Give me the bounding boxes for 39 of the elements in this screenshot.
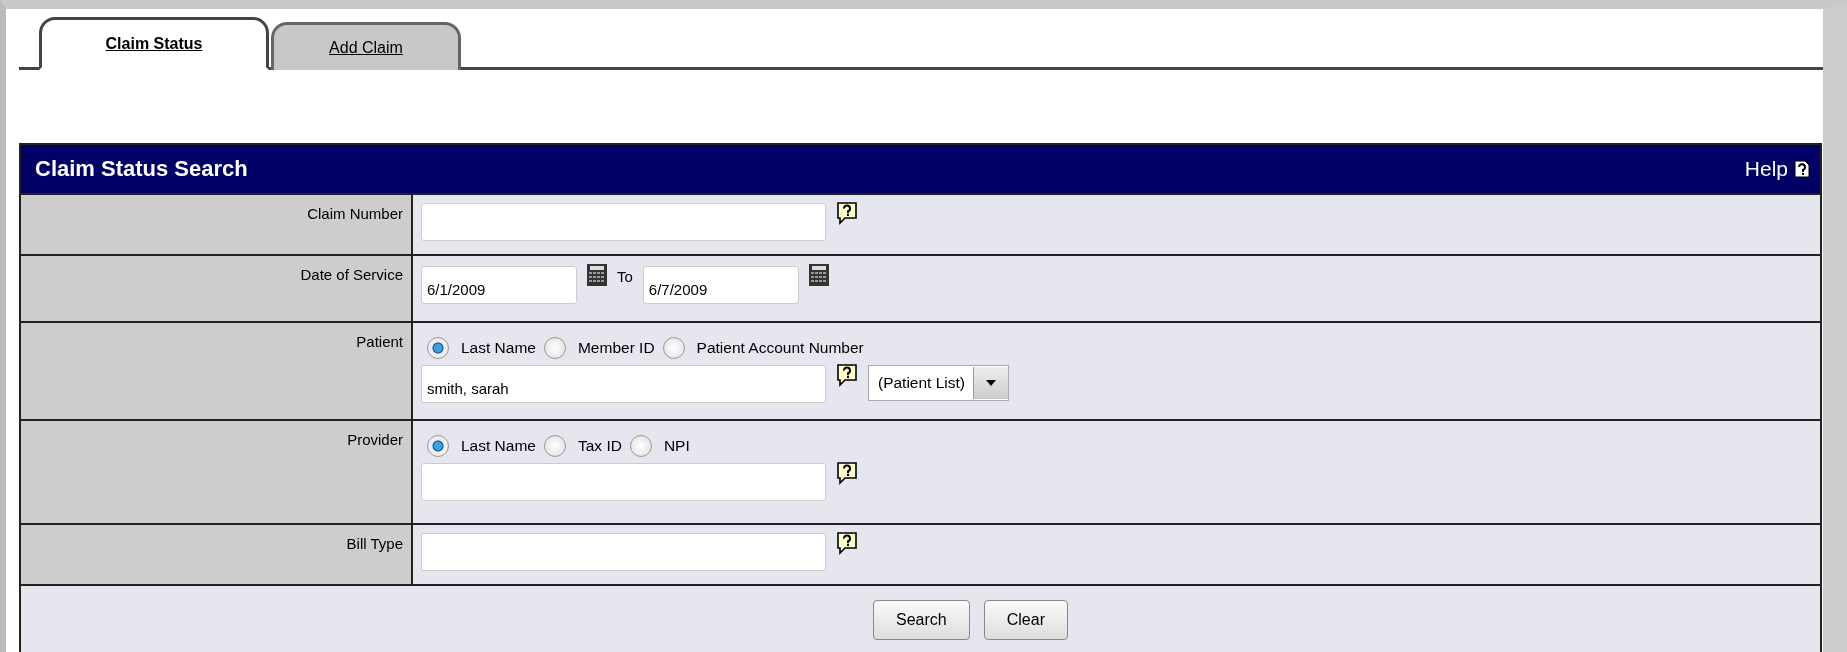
radio-button[interactable] [543, 337, 566, 359]
radio-button[interactable] [543, 435, 566, 457]
radio-label: Patient Account Number [696, 339, 864, 357]
calendar-icon[interactable] [587, 264, 607, 286]
radio-label: NPI [663, 437, 690, 455]
input-field[interactable] [421, 463, 826, 501]
to-label: To [617, 268, 633, 285]
tab[interactable]: Add Claim [271, 22, 461, 70]
help-icon[interactable] [836, 201, 858, 225]
radio-button[interactable] [662, 337, 685, 359]
field-label: Bill Type [21, 525, 413, 584]
radio-button[interactable] [629, 435, 652, 457]
help-icon[interactable] [836, 461, 858, 485]
help-link[interactable]: Help [1744, 157, 1788, 181]
form-button[interactable]: Clear [983, 600, 1068, 640]
help-icon[interactable] [1794, 160, 1810, 178]
field-label: Claim Number [21, 195, 413, 254]
calendar-icon[interactable] [808, 264, 829, 286]
patient-list-dropdown[interactable]: (Patient List) [868, 365, 1009, 401]
field-label: Patient [21, 323, 413, 419]
radio-button[interactable] [427, 435, 449, 457]
form-button[interactable]: Search [873, 600, 970, 640]
radio-label: Member ID [577, 339, 655, 357]
field-label: Provider [21, 421, 413, 523]
help-icon[interactable] [836, 363, 858, 387]
tab[interactable]: Claim Status [39, 17, 269, 70]
radio-label: Last Name [461, 437, 536, 455]
date-field[interactable]: 6/7/2009 [642, 266, 799, 304]
input-field[interactable] [421, 533, 826, 571]
date-field[interactable]: 6/1/2009 [421, 266, 577, 304]
input-field[interactable] [421, 203, 826, 241]
radio-label: Last Name [461, 339, 536, 357]
help-icon[interactable] [836, 531, 858, 555]
input-field[interactable]: smith, sarah [421, 365, 826, 403]
radio-label: Tax ID [577, 437, 622, 455]
radio-button[interactable] [427, 337, 449, 359]
panel-title: Claim Status Search [35, 156, 248, 182]
caret-icon [986, 380, 996, 386]
field-label: Date of Service [21, 256, 413, 321]
